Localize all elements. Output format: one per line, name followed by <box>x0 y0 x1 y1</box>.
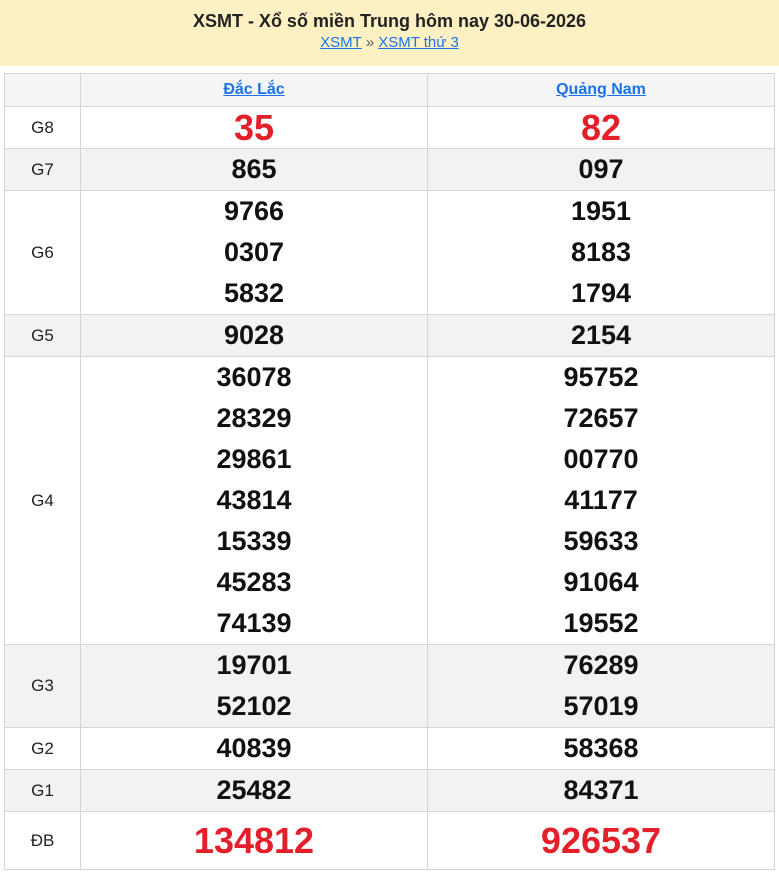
prize-label: G7 <box>4 148 81 191</box>
prize-row-g1: G1 25482 84371 <box>4 769 775 812</box>
prize-cell: 36078 28329 29861 43814 15339 45283 7413… <box>80 356 428 645</box>
prize-number: 58368 <box>563 733 639 763</box>
prize-cell: 2154 <box>427 314 775 357</box>
prize-number: 45283 <box>216 567 292 597</box>
prize-number: 84371 <box>563 775 639 805</box>
prize-cell: 865 <box>80 148 428 191</box>
prize-number: 57019 <box>563 691 639 721</box>
prize-cell: 58368 <box>427 727 775 770</box>
prize-number: 19552 <box>563 608 639 638</box>
prize-number: 1794 <box>570 278 632 308</box>
prize-cell: 926537 <box>427 811 775 870</box>
prize-number: 865 <box>231 154 277 184</box>
prize-number: 76289 <box>563 650 639 680</box>
prize-number: 0307 <box>223 237 285 267</box>
prize-number: 28329 <box>216 403 292 433</box>
prize-number: 74139 <box>216 608 292 638</box>
prize-label: G3 <box>4 644 81 728</box>
special-prize-number: 134812 <box>193 820 315 861</box>
page-header: XSMT - Xổ số miền Trung hôm nay 30-06-20… <box>0 0 779 66</box>
prize-cell: 95752 72657 00770 41177 59633 91064 1955… <box>427 356 775 645</box>
prize-number: 35 <box>233 107 275 148</box>
prize-number: 82 <box>580 107 622 148</box>
prize-number: 8183 <box>570 237 632 267</box>
prize-row-g5: G5 9028 2154 <box>4 314 775 357</box>
prize-number: 25482 <box>216 775 292 805</box>
province-link-quang-nam[interactable]: Quảng Nam <box>556 81 646 98</box>
prize-row-special: ĐB 134812 926537 <box>4 811 775 870</box>
prize-label: ĐB <box>4 811 81 870</box>
prize-number: 95752 <box>563 362 639 392</box>
prize-cell: 9028 <box>80 314 428 357</box>
prize-number: 59633 <box>563 526 639 556</box>
prize-number: 1951 <box>570 196 632 226</box>
prize-number: 097 <box>578 154 624 184</box>
page-title: XSMT - Xổ số miền Trung hôm nay 30-06-20… <box>192 11 587 31</box>
prize-label: G6 <box>4 190 81 315</box>
prize-row-g4: G4 36078 28329 29861 43814 15339 45283 7… <box>4 356 775 645</box>
prize-cell: 134812 <box>80 811 428 870</box>
prize-label: G4 <box>4 356 81 645</box>
prize-label: G1 <box>4 769 81 812</box>
prize-number: 52102 <box>216 691 292 721</box>
prize-number: 43814 <box>216 485 292 515</box>
results-table: Đắc Lắc Quảng Nam G8 35 82 G7 865 097 G6… <box>4 73 775 870</box>
province-header: Quảng Nam <box>427 73 775 107</box>
province-header: Đắc Lắc <box>80 73 428 107</box>
prize-number: 29861 <box>216 444 292 474</box>
prize-label: G2 <box>4 727 81 770</box>
prize-number: 15339 <box>216 526 292 556</box>
prize-cell: 097 <box>427 148 775 191</box>
prize-number: 91064 <box>563 567 639 597</box>
breadcrumb-link-xsmt-thu-3[interactable]: XSMT thứ 3 <box>378 34 459 51</box>
breadcrumb: XSMT» XSMT thứ 3 <box>0 33 779 53</box>
prize-row-g3: G3 19701 52102 76289 57019 <box>4 644 775 728</box>
prize-cell: 82 <box>427 106 775 149</box>
prize-cell: 19701 52102 <box>80 644 428 728</box>
prize-number: 9766 <box>223 196 285 226</box>
table-header-row: Đắc Lắc Quảng Nam <box>4 73 775 107</box>
prize-number: 2154 <box>570 320 632 350</box>
prize-cell: 76289 57019 <box>427 644 775 728</box>
prize-number: 00770 <box>563 444 639 474</box>
prize-number: 5832 <box>223 278 285 308</box>
breadcrumb-link-xsmt[interactable]: XSMT <box>320 34 362 51</box>
prize-number: 36078 <box>216 362 292 392</box>
prize-cell: 35 <box>80 106 428 149</box>
prize-row-g7: G7 865 097 <box>4 148 775 191</box>
prize-cell: 84371 <box>427 769 775 812</box>
prize-cell: 1951 8183 1794 <box>427 190 775 315</box>
prize-number: 19701 <box>216 650 292 680</box>
prize-number: 41177 <box>564 485 638 515</box>
prize-number: 72657 <box>563 403 639 433</box>
province-link-dak-lak[interactable]: Đắc Lắc <box>223 81 284 98</box>
prize-row-g6: G6 9766 0307 5832 1951 8183 1794 <box>4 190 775 315</box>
prize-number: 40839 <box>216 733 292 763</box>
prize-cell: 9766 0307 5832 <box>80 190 428 315</box>
prize-cell: 25482 <box>80 769 428 812</box>
breadcrumb-separator: » <box>365 34 375 51</box>
prize-row-g8: G8 35 82 <box>4 106 775 149</box>
corner-cell <box>4 73 81 107</box>
prize-row-g2: G2 40839 58368 <box>4 727 775 770</box>
prize-number: 9028 <box>223 320 285 350</box>
prize-cell: 40839 <box>80 727 428 770</box>
special-prize-number: 926537 <box>540 820 662 861</box>
prize-label: G5 <box>4 314 81 357</box>
prize-label: G8 <box>4 106 81 149</box>
